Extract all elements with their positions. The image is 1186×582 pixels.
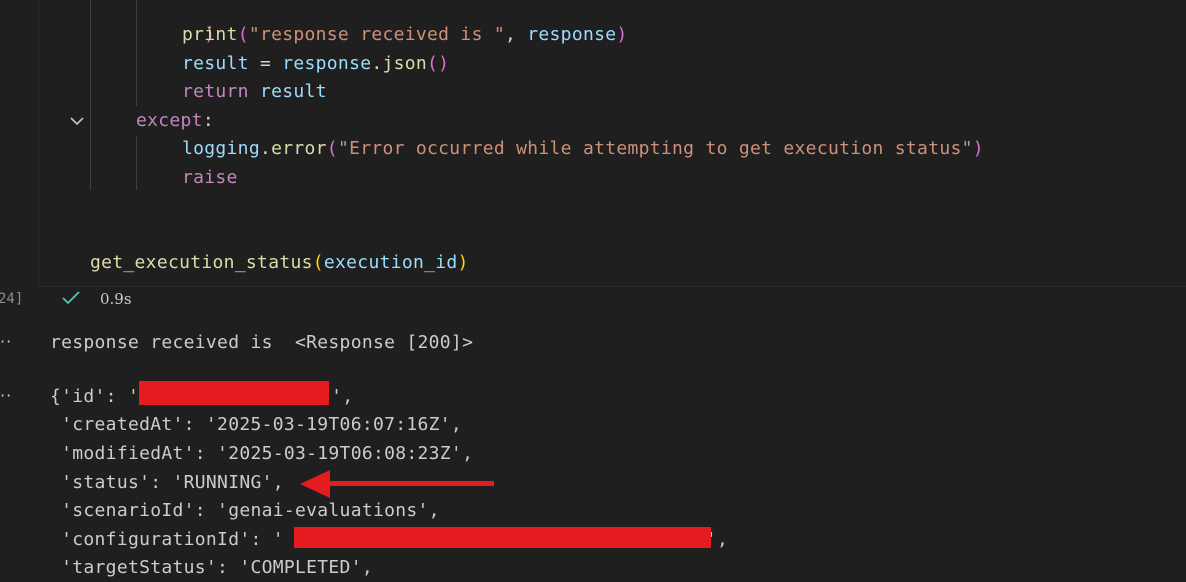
- check-icon: [60, 287, 82, 309]
- chevron-down-icon[interactable]: [68, 112, 88, 132]
- code-line: except:: [136, 110, 214, 131]
- redaction-box: [139, 381, 329, 405]
- indent-guide: [136, 0, 137, 106]
- code-line: logging.error("Error occurred while atte…: [182, 138, 984, 159]
- cell-border: [38, 286, 1186, 287]
- code-line: raise: [182, 167, 238, 188]
- indent-guide: [136, 136, 137, 190]
- code-line: print("response received is ", response): [182, 24, 628, 45]
- code-line: get_execution_status(execution_id): [90, 252, 469, 273]
- output-line: 'targetStatus': 'COMPLETED',: [50, 557, 373, 578]
- redaction-box: [294, 527, 711, 548]
- code-line: result = response.json(): [182, 53, 450, 74]
- output-line: 'status': 'RUNNING',: [50, 472, 284, 493]
- output-menu-icon[interactable]: ··: [0, 386, 12, 405]
- output-menu-icon[interactable]: ··: [0, 332, 12, 351]
- cell-border: [38, 0, 39, 286]
- output-line: response received is <Response [200]>: [50, 332, 474, 353]
- output-line: 'scenarioId': 'genai-evaluations',: [50, 500, 440, 521]
- execution-count: 24]: [0, 291, 24, 307]
- execution-duration: 0.9s: [100, 290, 132, 308]
- code-line: return result: [182, 81, 327, 102]
- output-line: 'createdAt': '2025-03-19T06:07:16Z',: [50, 414, 463, 435]
- indent-guide: [90, 0, 91, 190]
- output-line: 'modifiedAt': '2025-03-19T06:08:23Z',: [50, 443, 474, 464]
